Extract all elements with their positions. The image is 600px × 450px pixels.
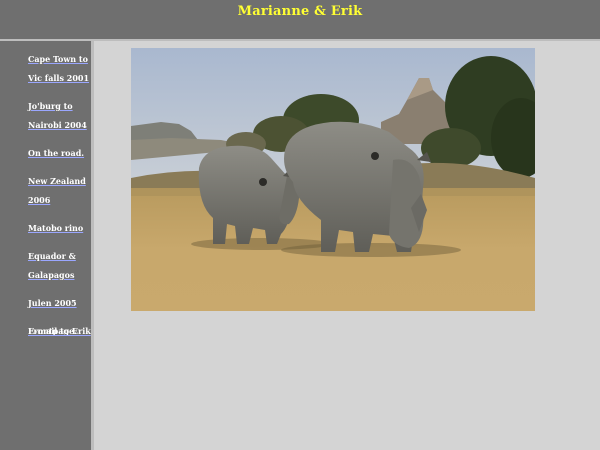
site-title: Marianne & Erik (237, 4, 363, 19)
nav-link-julen[interactable]: Julen 2005 (28, 298, 77, 308)
nav-list: Cape Town to Vic falls 2001 Jo'burg to N… (28, 47, 92, 347)
nav-item: Cape Town to Vic falls 2001 (28, 47, 92, 85)
nav-item: Jo'burg to Nairobi 2004 (28, 94, 92, 132)
nav-link-equador[interactable]: Equador & Galapagos (28, 251, 76, 280)
nav-item: On the road. (28, 141, 92, 160)
nav-item: Matobo rino (28, 216, 92, 235)
sidebar: Cape Town to Vic falls 2001 Jo'burg to N… (0, 41, 94, 450)
nav-link-matobo[interactable]: Matobo rino (28, 223, 83, 233)
nav-item: New Zealand 2006 (28, 169, 92, 207)
nav-link-new-zealand[interactable]: New Zealand 2006 (28, 176, 86, 205)
nav-item: Julen 2005 (28, 291, 92, 310)
rhino-photo (131, 48, 535, 311)
nav-link-on-the-road[interactable]: On the road. (28, 148, 84, 158)
site-header: Marianne & Erik (0, 0, 600, 41)
nav-item: Equador & Galapagos (28, 244, 92, 282)
nav-link-cape-town[interactable]: Cape Town to Vic falls 2001 (28, 54, 89, 83)
email-link[interactable]: E-mail to Erik (28, 326, 91, 336)
nav-link-joburg[interactable]: Jo'burg to Nairobi 2004 (28, 101, 87, 130)
